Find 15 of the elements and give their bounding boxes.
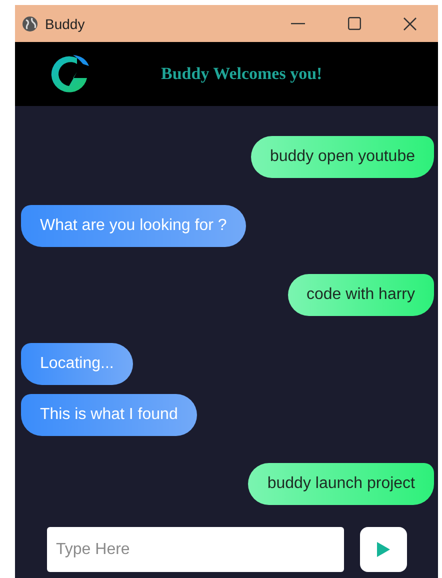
user-message: buddy open youtube xyxy=(250,136,434,178)
header-title: Buddy Welcomes you! xyxy=(161,64,322,84)
send-button[interactable] xyxy=(360,527,407,572)
user-message: code with harry xyxy=(288,274,434,316)
maximize-icon xyxy=(348,17,360,30)
minimize-icon xyxy=(291,22,305,24)
globe-icon xyxy=(22,16,38,32)
bot-message: Locating... xyxy=(21,343,133,385)
window-title: Buddy xyxy=(45,16,86,32)
bot-message: What are you looking for ? xyxy=(21,205,246,247)
bot-message: This is what I found xyxy=(21,394,197,436)
play-icon xyxy=(377,542,390,557)
user-message: buddy launch project xyxy=(248,463,434,505)
message-input[interactable]: Type Here xyxy=(47,527,344,572)
close-icon xyxy=(403,16,417,30)
